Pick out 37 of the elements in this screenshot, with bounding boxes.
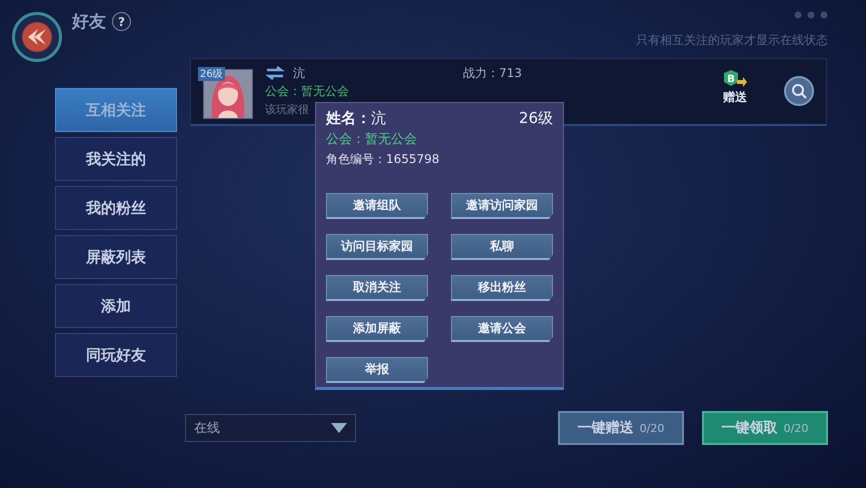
- nav-tab[interactable]: 添加: [55, 284, 177, 328]
- swap-arrows-icon: [265, 66, 285, 80]
- guild-text: 公会：暂无公会: [265, 84, 349, 98]
- search-button[interactable]: [784, 76, 814, 106]
- gift-button[interactable]: B 赠送: [722, 69, 748, 106]
- action-button[interactable]: 私聊: [451, 234, 553, 260]
- signature-text: 该玩家很: [265, 102, 309, 117]
- nav-tab[interactable]: 我的粉丝: [55, 186, 177, 230]
- action-button[interactable]: 取消关注: [326, 275, 428, 301]
- popup-name: 姓名：沆: [326, 109, 386, 128]
- claim-all-button[interactable]: 一键领取 0/20: [702, 411, 828, 445]
- help-button[interactable]: ?: [112, 12, 131, 31]
- hint-text: 只有相互关注的玩家才显示在线状态: [636, 32, 828, 49]
- popup-guild: 公会：暂无公会: [326, 131, 418, 148]
- back-button[interactable]: [12, 12, 62, 62]
- power-value: 战力：713: [463, 64, 522, 82]
- action-button[interactable]: 邀请组队: [326, 193, 428, 219]
- action-button[interactable]: 邀请公会: [451, 316, 553, 342]
- caret-icon: [331, 423, 347, 433]
- action-button[interactable]: 添加屏蔽: [326, 316, 428, 342]
- level-badge: 26级: [198, 67, 225, 81]
- nav-tab[interactable]: 同玩好友: [55, 333, 177, 377]
- dots-icon: [794, 11, 828, 19]
- back-arrow-icon: [26, 27, 48, 47]
- action-button[interactable]: 移出粉丝: [451, 275, 553, 301]
- nav-tab[interactable]: 我关注的: [55, 137, 177, 181]
- popup-level: 26级: [518, 109, 553, 128]
- status-dropdown[interactable]: 在线: [185, 414, 356, 442]
- search-icon: [791, 83, 807, 99]
- action-button[interactable]: 邀请访问家园: [451, 193, 553, 219]
- action-button[interactable]: 举报: [326, 357, 428, 383]
- player-name: 沆: [293, 64, 305, 82]
- page-title: 好友: [72, 11, 106, 33]
- action-button[interactable]: 访问目标家园: [326, 234, 428, 260]
- role-id: 角色编号：1655798: [326, 151, 440, 168]
- nav-tab[interactable]: 屏蔽列表: [55, 235, 177, 279]
- send-all-button[interactable]: 一键赠送 0/20: [558, 411, 684, 445]
